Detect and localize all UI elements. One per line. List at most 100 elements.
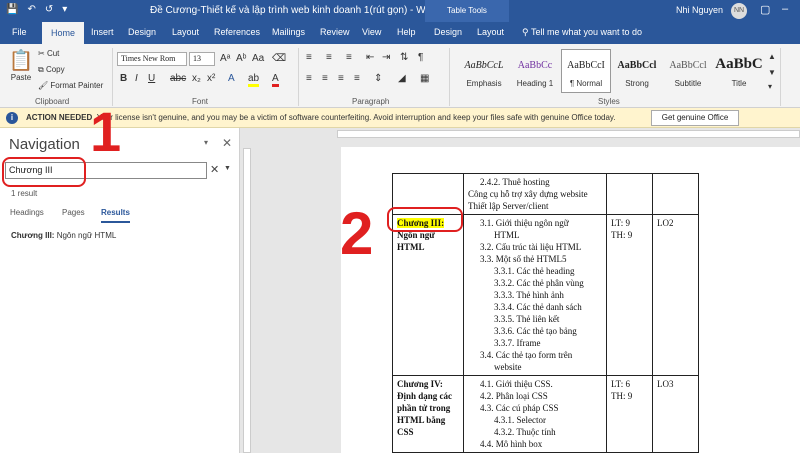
highlight-color-icon[interactable]: ab [248, 73, 260, 87]
style-emphasis[interactable]: AaBbCcL Emphasis [459, 49, 509, 93]
style-subtitle[interactable]: AaBbCcl Subtitle [663, 49, 713, 93]
decrease-indent-icon[interactable]: ⇤ [366, 52, 374, 63]
styles-more-icon[interactable]: ▾ [768, 82, 772, 91]
font-color-icon[interactable]: A [272, 73, 279, 87]
table-row: Chương III: Ngôn ngữ HTML 3.1. Giới thiệ… [392, 214, 699, 376]
justify-icon[interactable]: ≡ [354, 73, 360, 84]
minimize-icon[interactable]: – [782, 3, 788, 15]
annotation-circle [387, 207, 463, 232]
tab-table-design[interactable]: Design [434, 27, 462, 37]
tab-results[interactable]: Results [101, 208, 130, 223]
shrink-font-icon[interactable]: Aᵇ [236, 53, 246, 64]
underline-icon[interactable]: U [148, 73, 155, 84]
shading-icon[interactable]: ◢ [398, 73, 406, 84]
tab-layout[interactable]: Layout [172, 27, 199, 37]
tab-home[interactable]: Home [42, 22, 85, 44]
align-right-icon[interactable]: ≡ [338, 73, 344, 84]
sort-icon[interactable]: ⇅ [400, 52, 408, 63]
copy-button[interactable]: ⧉ Copy [38, 65, 65, 75]
style-heading-1[interactable]: AaBbCc Heading 1 [510, 49, 560, 93]
table-cell[interactable]: 2.4.2. Thuê hosting Công cụ hỗ trợ xây d… [463, 173, 607, 215]
clear-formatting-icon[interactable]: ⌫ [272, 53, 286, 64]
list-item: 4.2. Phân loại CSS [480, 391, 548, 401]
style-sample: AaBbC [715, 56, 763, 72]
table-cell[interactable] [606, 173, 653, 215]
tab-headings[interactable]: Headings [10, 208, 44, 217]
text-effects-icon[interactable]: A [228, 73, 235, 84]
table-cell[interactable]: 4.1. Giới thiệu CSS. 4.2. Phân loại CSS … [463, 375, 607, 453]
table-cell[interactable]: LO3 [652, 375, 699, 453]
tab-references[interactable]: References [214, 27, 260, 37]
ribbon-tabs: File Home Insert Design Layout Reference… [0, 22, 800, 44]
customize-qat-icon[interactable]: ▾ [62, 4, 67, 15]
table-cell[interactable]: 3.1. Giới thiệu ngôn ngữ HTML 3.2. Cấu t… [463, 214, 607, 376]
table-cell[interactable]: LT: 6 TH: 9 [606, 375, 653, 453]
cut-button[interactable]: ✂ Cut [38, 49, 59, 58]
tab-file[interactable]: File [12, 27, 27, 37]
style-name: Strong [625, 79, 649, 88]
strikethrough-icon[interactable]: abc [170, 73, 186, 84]
divider [449, 48, 450, 106]
pane-options-icon[interactable]: ▾ [204, 138, 208, 147]
avatar[interactable]: NN [731, 3, 747, 19]
annotation-number: 1 [90, 100, 122, 163]
multilevel-list-icon[interactable]: ≡ [346, 52, 352, 63]
close-icon[interactable]: ✕ [222, 136, 232, 150]
styles-scroll-up-icon[interactable]: ▲ [768, 52, 776, 61]
tab-insert[interactable]: Insert [91, 27, 114, 37]
redo-icon[interactable]: ↺ [45, 4, 53, 15]
italic-icon[interactable]: I [135, 73, 138, 84]
get-genuine-office-button[interactable]: Get genuine Office [651, 110, 739, 126]
tell-me-box[interactable]: ⚲ Tell me what you want to do [522, 27, 642, 38]
search-result-item[interactable]: Chương III: Ngôn ngữ HTML [11, 231, 116, 240]
tab-design[interactable]: Design [128, 27, 156, 37]
table-cell[interactable]: Chương IV: Định dạng các phần tử trong H… [392, 375, 464, 453]
font-name-select[interactable]: Times New Rom [117, 52, 187, 66]
clear-search-icon[interactable]: ✕ [210, 163, 219, 176]
table-cell[interactable]: LT: 9 TH: 9 [606, 214, 653, 376]
borders-icon[interactable]: ▦ [420, 73, 429, 84]
style-strong[interactable]: AaBbCcl Strong [612, 49, 662, 93]
font-size-select[interactable]: 13 [189, 52, 215, 66]
tab-pages[interactable]: Pages [62, 208, 85, 217]
list-item: 3.2. Cấu trúc tài liệu HTML [480, 242, 582, 252]
numbering-icon[interactable]: ≡ [326, 52, 332, 63]
superscript-icon[interactable]: x² [207, 73, 215, 84]
style-normal[interactable]: AaBbCcI ¶ Normal [561, 49, 611, 93]
bullets-icon[interactable]: ≡ [306, 52, 312, 63]
list-item: Thiết lập Server/client [468, 201, 549, 211]
tab-mailings[interactable]: Mailings [272, 27, 305, 37]
tab-view[interactable]: View [362, 27, 381, 37]
ribbon-display-icon[interactable]: ▢ [760, 3, 770, 16]
format-painter-button[interactable]: 🖌 Format Painter [38, 81, 103, 90]
increase-indent-icon[interactable]: ⇥ [382, 52, 390, 63]
title-bar: 💾 ↶ ↺ ▾ Đề Cương-Thiết kế và lập trình w… [0, 0, 800, 22]
table-cell[interactable]: Chương III: Ngôn ngữ HTML [392, 214, 464, 376]
tab-help[interactable]: Help [397, 27, 416, 37]
horizontal-ruler[interactable] [241, 128, 800, 140]
tab-review[interactable]: Review [320, 27, 350, 37]
align-center-icon[interactable]: ≡ [322, 73, 328, 84]
styles-scroll-down-icon[interactable]: ▼ [768, 68, 776, 77]
undo-icon[interactable]: ↶ [27, 4, 35, 15]
chapter-title: Ngôn ngữ HTML [397, 230, 435, 252]
subscript-icon[interactable]: x₂ [192, 73, 201, 84]
paragraph-group-label: Paragraph [352, 97, 390, 106]
align-left-icon[interactable]: ≡ [306, 73, 312, 84]
paste-button[interactable]: 📋 Paste [8, 48, 34, 82]
line-spacing-icon[interactable]: ⇕ [374, 73, 382, 84]
bold-icon[interactable]: B [120, 73, 127, 84]
style-title[interactable]: AaBbC Title [714, 49, 764, 93]
table-cell[interactable]: LO2 [652, 214, 699, 376]
save-icon[interactable]: 💾 [6, 4, 18, 15]
change-case-icon[interactable]: Aa [252, 53, 264, 64]
vertical-ruler[interactable] [241, 140, 253, 453]
user-name[interactable]: Nhi Nguyen [676, 5, 723, 15]
tab-table-layout[interactable]: Layout [477, 27, 504, 37]
style-sample: AaBbCcl [617, 60, 657, 71]
table-cell[interactable] [652, 173, 699, 215]
style-name: Heading 1 [516, 79, 554, 88]
pilcrow-icon[interactable]: ¶ [418, 52, 423, 63]
search-options-icon[interactable]: ▼ [224, 165, 231, 172]
grow-font-icon[interactable]: Aᵃ [220, 53, 230, 64]
